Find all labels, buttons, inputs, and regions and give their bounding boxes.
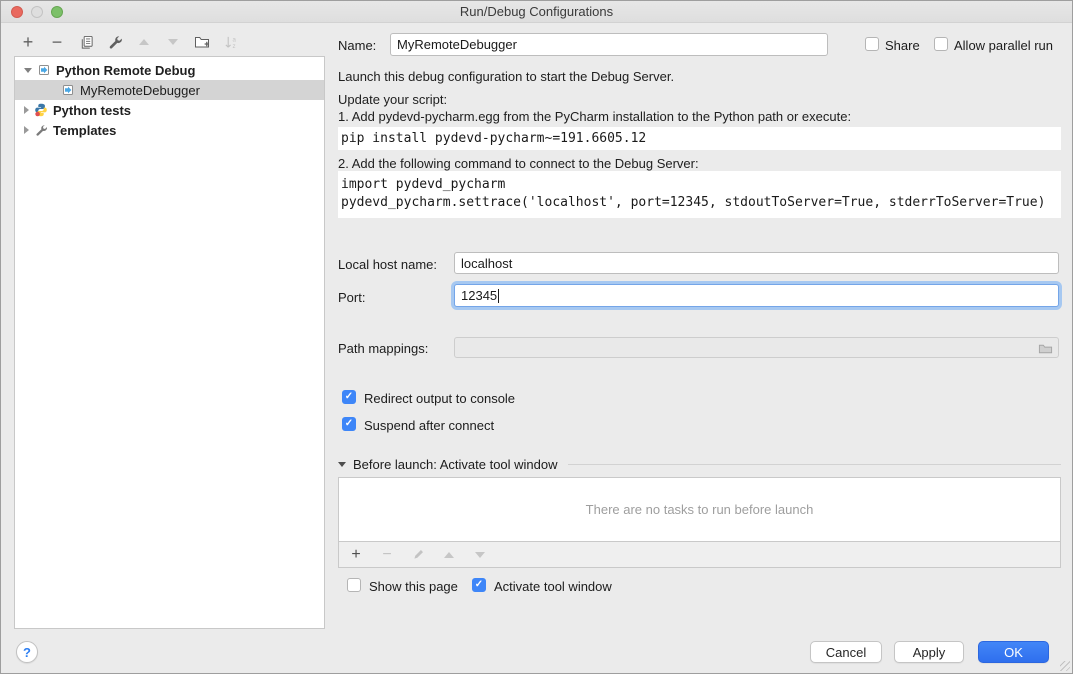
suspend-after-connect-checkbox[interactable] — [342, 417, 356, 431]
path-mappings-field[interactable] — [454, 337, 1059, 358]
tree-item-label: Python tests — [53, 103, 131, 118]
activate-tool-window-checkbox[interactable] — [472, 578, 486, 592]
ok-button[interactable]: OK — [978, 641, 1049, 663]
minus-icon: − — [382, 547, 391, 563]
no-tasks-text: There are no tasks to run before launch — [586, 502, 814, 517]
resize-grip[interactable] — [1060, 661, 1070, 671]
port-field[interactable]: 12345 — [454, 284, 1059, 307]
apply-button-label: Apply — [913, 645, 946, 660]
expand-icon[interactable] — [24, 106, 29, 114]
name-field-value: MyRemoteDebugger — [397, 37, 517, 52]
plus-icon: + — [351, 547, 360, 563]
move-down-button[interactable] — [164, 33, 182, 51]
tree-item-templates[interactable]: Templates — [15, 120, 324, 140]
redirect-output-label: Redirect output to console — [364, 391, 515, 406]
triangle-down-icon — [168, 39, 178, 45]
sort-az-icon: az — [224, 35, 239, 50]
suspend-after-connect-label: Suspend after connect — [364, 418, 494, 433]
redirect-output-checkbox[interactable] — [342, 390, 356, 404]
local-host-name-value: localhost — [461, 256, 512, 271]
sort-configurations-button[interactable]: az — [222, 33, 240, 51]
step-1-text: 1. Add pydevd-pycharm.egg from the PyCha… — [338, 109, 851, 124]
edit-templates-button[interactable] — [106, 33, 124, 51]
port-label: Port: — [338, 290, 365, 305]
move-task-down-button[interactable] — [473, 548, 487, 562]
allow-parallel-run-label: Allow parallel run — [954, 38, 1053, 53]
tasks-toolbar: + − — [338, 541, 1061, 568]
description-line-2: Update your script: — [338, 92, 447, 107]
add-configuration-button[interactable]: + — [19, 33, 37, 51]
tree-item-myremotedebugger[interactable]: MyRemoteDebugger — [15, 80, 324, 100]
create-folder-button[interactable] — [193, 33, 211, 51]
help-button[interactable]: ? — [16, 641, 38, 663]
tree-item-python-remote-debug[interactable]: Python Remote Debug — [15, 60, 324, 80]
before-launch-label: Before launch: Activate tool window — [353, 457, 558, 472]
wrench-icon — [108, 35, 123, 50]
question-mark-icon: ? — [23, 645, 31, 660]
svg-text:z: z — [232, 43, 235, 50]
step-2-text: 2. Add the following command to connect … — [338, 156, 699, 171]
window-title: Run/Debug Configurations — [460, 4, 613, 19]
tree-item-python-tests[interactable]: Python tests — [15, 100, 324, 120]
cancel-button[interactable]: Cancel — [810, 641, 882, 663]
tree-item-label: MyRemoteDebugger — [80, 83, 200, 98]
configurations-toolbar: + − az — [14, 29, 325, 55]
before-launch-tasks-list: There are no tasks to run before launch — [338, 477, 1061, 542]
pip-install-code: pip install pydevd-pycharm~=191.6605.12 — [338, 127, 1061, 150]
wrench-icon — [34, 123, 48, 137]
code-line-2: pydevd_pycharm.settrace('localhost', por… — [341, 195, 1045, 210]
triangle-up-icon — [139, 39, 149, 45]
remove-task-button[interactable]: − — [380, 548, 394, 562]
share-label: Share — [885, 38, 920, 53]
text-caret — [498, 289, 499, 303]
folder-icon[interactable] — [1038, 341, 1053, 356]
settrace-code-block: import pydevd_pycharm pydevd_pycharm.set… — [338, 171, 1061, 218]
copy-icon — [79, 35, 94, 50]
title-bar: Run/Debug Configurations — [1, 1, 1072, 23]
new-folder-icon — [194, 34, 210, 50]
run-debug-configurations-dialog: Run/Debug Configurations + − az Python R… — [0, 0, 1073, 674]
before-launch-section-header[interactable]: Before launch: Activate tool window — [338, 456, 1061, 472]
minus-icon: − — [52, 34, 63, 50]
configurations-tree: Python Remote Debug MyRemoteDebugger Pyt… — [14, 56, 325, 629]
tree-item-label: Python Remote Debug — [56, 63, 195, 78]
allow-parallel-run-checkbox[interactable] — [934, 37, 948, 51]
name-field[interactable]: MyRemoteDebugger — [390, 33, 828, 56]
run-config-icon — [37, 63, 51, 77]
code-line-1: import pydevd_pycharm — [341, 177, 505, 192]
path-mappings-label: Path mappings: — [338, 341, 428, 356]
collapse-icon — [338, 462, 346, 467]
minimize-button[interactable] — [31, 6, 43, 18]
ok-button-label: OK — [1004, 645, 1023, 660]
plus-icon: + — [23, 34, 34, 50]
local-host-name-field[interactable]: localhost — [454, 252, 1059, 274]
description-line-1: Launch this debug configuration to start… — [338, 69, 674, 84]
cancel-button-label: Cancel — [826, 645, 866, 660]
python-icon — [34, 103, 48, 117]
apply-button[interactable]: Apply — [894, 641, 964, 663]
show-this-page-checkbox[interactable] — [347, 578, 361, 592]
close-button[interactable] — [11, 6, 23, 18]
move-task-up-button[interactable] — [442, 548, 456, 562]
local-host-name-label: Local host name: — [338, 257, 437, 272]
triangle-up-icon — [444, 552, 454, 558]
copy-configuration-button[interactable] — [77, 33, 95, 51]
activate-tool-window-label: Activate tool window — [494, 579, 612, 594]
remove-configuration-button[interactable]: − — [48, 33, 66, 51]
expand-icon[interactable] — [24, 126, 29, 134]
tree-item-label: Templates — [53, 123, 116, 138]
port-value: 12345 — [461, 288, 497, 303]
zoom-button[interactable] — [51, 6, 63, 18]
pencil-icon — [412, 548, 425, 561]
edit-task-button[interactable] — [411, 548, 425, 562]
name-label: Name: — [338, 38, 376, 53]
collapse-icon[interactable] — [24, 68, 32, 73]
add-task-button[interactable]: + — [349, 548, 363, 562]
triangle-down-icon — [475, 552, 485, 558]
run-config-icon — [61, 83, 75, 97]
separator-line — [568, 464, 1061, 465]
show-this-page-label: Show this page — [369, 579, 458, 594]
share-checkbox[interactable] — [865, 37, 879, 51]
move-up-button[interactable] — [135, 33, 153, 51]
